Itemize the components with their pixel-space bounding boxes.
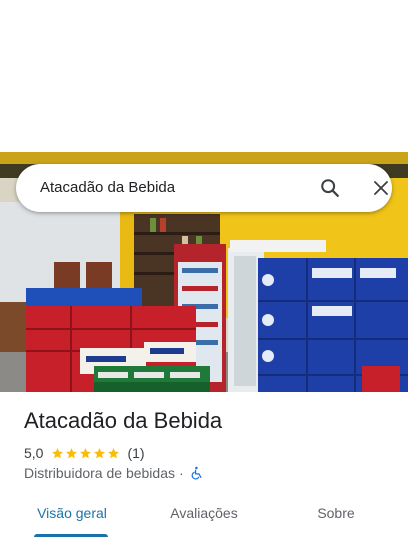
tab-about[interactable]: Sobre: [290, 496, 382, 536]
star-icon: [66, 447, 78, 458]
active-tab-indicator: [34, 534, 108, 537]
search-icon[interactable]: [318, 176, 342, 200]
separator: ·: [178, 465, 184, 481]
rating-stars: [51, 447, 121, 460]
tab-reviews[interactable]: Avaliações: [150, 496, 258, 536]
search-bar[interactable]: Atacadão da Bebida: [16, 164, 392, 212]
place-title: Atacadão da Bebida: [24, 408, 223, 433]
search-input[interactable]: Atacadão da Bebida: [40, 164, 175, 212]
rating-row[interactable]: 5,0 (1): [24, 444, 145, 462]
close-icon[interactable]: [369, 176, 393, 200]
category-row: Distribuidora de bebidas ·: [24, 464, 204, 482]
rating-value: 5,0: [24, 445, 44, 461]
star-icon: [94, 447, 106, 458]
tab-overview[interactable]: Visão geral: [24, 496, 120, 536]
place-tabs: Visão geral Avaliações Sobre: [0, 496, 408, 544]
star-icon: [108, 447, 120, 458]
star-icon: [80, 447, 92, 458]
review-count[interactable]: (1): [127, 445, 144, 461]
place-page: Atacadão da Bebida Atacadão da Bebida 5,…: [0, 0, 408, 544]
wheelchair-icon: [190, 466, 204, 480]
star-icon: [52, 447, 64, 458]
place-category: Distribuidora de bebidas: [24, 465, 175, 481]
